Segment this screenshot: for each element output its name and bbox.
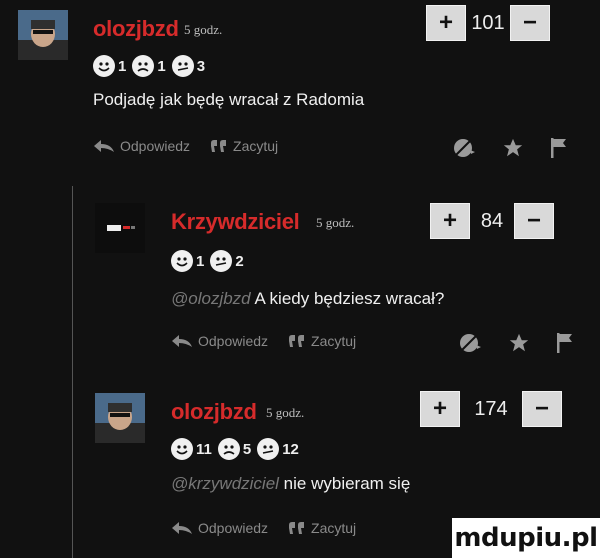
comment-tools <box>458 331 574 355</box>
reaction-sad[interactable]: 5 <box>217 438 252 460</box>
vote-count: 174 <box>474 397 508 420</box>
quote-icon <box>289 335 305 347</box>
reaction-smiley[interactable]: 1 <box>171 250 204 272</box>
quote-button[interactable]: Zacytuj <box>288 520 356 536</box>
username[interactable]: Krzywdziciel <box>171 209 300 235</box>
comment-text: @krzywdziciel nie wybieram się <box>171 474 410 494</box>
avatar[interactable] <box>18 10 68 60</box>
sad-icon <box>132 55 155 77</box>
downvote-button[interactable]: − <box>514 203 554 239</box>
quote-button[interactable]: Zacytuj <box>210 138 278 154</box>
reaction-count: 1 <box>157 57 166 75</box>
star-icon[interactable] <box>508 332 530 354</box>
smiley-icon <box>93 55 115 77</box>
neutral-icon <box>257 438 280 460</box>
upvote-button[interactable]: + <box>420 391 460 427</box>
reaction-neutral[interactable]: 12 <box>257 438 299 460</box>
reactions: 11 5 12 <box>171 438 299 460</box>
reaction-neutral[interactable]: 3 <box>171 55 206 77</box>
neutral-icon <box>171 55 194 77</box>
quote-icon <box>289 522 305 534</box>
smiley-icon <box>171 250 193 272</box>
avatar[interactable] <box>95 203 145 253</box>
comment-tools <box>452 136 568 160</box>
quote-icon <box>211 140 227 152</box>
reply-label: Odpowiedz <box>120 138 191 154</box>
vote-box: + 84 − <box>430 203 554 239</box>
thread-line <box>72 186 73 558</box>
username[interactable]: olozjbzd <box>93 16 179 42</box>
sad-icon <box>217 438 240 460</box>
vote-count: 84 <box>480 209 504 232</box>
mention-link[interactable]: @krzywdziciel <box>171 474 279 493</box>
reaction-count: 3 <box>196 57 206 75</box>
reaction-count: 11 <box>196 440 212 458</box>
hide-icon[interactable] <box>452 136 476 160</box>
vote-count: 101 <box>471 11 505 34</box>
reply-icon <box>172 522 192 534</box>
vote-box: + 101 − <box>426 5 550 41</box>
quote-label: Zacytuj <box>311 333 357 349</box>
downvote-button[interactable]: − <box>510 5 550 41</box>
reply-button[interactable]: Odpowiedz <box>171 520 268 536</box>
comment-body: A kiedy będziesz wracał? <box>254 289 445 308</box>
reaction-count: 1 <box>196 252 205 270</box>
upvote-button[interactable]: + <box>426 5 466 41</box>
star-icon[interactable] <box>502 137 524 159</box>
reaction-count: 12 <box>282 440 299 458</box>
reactions: 1 1 3 <box>93 55 205 77</box>
reaction-neutral[interactable]: 2 <box>210 250 244 272</box>
reaction-count: 1 <box>118 57 127 75</box>
flag-icon[interactable] <box>550 137 568 159</box>
comment-body: nie wybieram się <box>283 474 411 493</box>
quote-label: Zacytuj <box>233 138 279 154</box>
reply-label: Odpowiedz <box>198 520 269 536</box>
timestamp: 5 godz. <box>266 405 305 420</box>
reply-label: Odpowiedz <box>198 333 269 349</box>
vote-box: + 174 − <box>420 391 562 427</box>
smiley-icon <box>171 438 193 460</box>
upvote-button[interactable]: + <box>430 203 470 239</box>
timestamp: 5 godz. <box>184 22 223 37</box>
reaction-smiley[interactable]: 11 <box>171 438 212 460</box>
comment-text: @olozjbzd A kiedy będziesz wracał? <box>171 289 444 309</box>
neutral-icon <box>210 250 233 272</box>
username[interactable]: olozjbzd <box>171 399 257 425</box>
comment-actions: Odpowiedz Zacytuj <box>93 138 292 154</box>
reaction-count: 2 <box>235 252 244 270</box>
reaction-sad[interactable]: 1 <box>132 55 166 77</box>
avatar[interactable] <box>95 393 145 443</box>
comment-actions: Odpowiedz Zacytuj <box>171 333 370 349</box>
quote-label: Zacytuj <box>311 520 357 536</box>
reaction-smiley[interactable]: 1 <box>93 55 126 77</box>
reaction-count: 5 <box>242 440 252 458</box>
reply-icon <box>94 140 114 152</box>
reply-icon <box>172 335 192 347</box>
comment-actions: Odpowiedz Zacytuj <box>171 520 370 536</box>
comment-text: Podjadę jak będę wracał z Radomia <box>93 90 364 110</box>
flag-icon[interactable] <box>556 332 574 354</box>
reactions: 1 2 <box>171 250 244 272</box>
quote-button[interactable]: Zacytuj <box>288 333 356 349</box>
timestamp: 5 godz. <box>316 215 355 230</box>
comment-body: Podjadę jak będę wracał z Radomia <box>93 90 365 109</box>
hide-icon[interactable] <box>458 331 482 355</box>
reply-button[interactable]: Odpowiedz <box>171 333 268 349</box>
watermark-logo: mdupiu.pl <box>452 518 600 558</box>
downvote-button[interactable]: − <box>522 391 562 427</box>
mention-link[interactable]: @olozjbzd <box>171 289 251 308</box>
reply-button[interactable]: Odpowiedz <box>93 138 190 154</box>
